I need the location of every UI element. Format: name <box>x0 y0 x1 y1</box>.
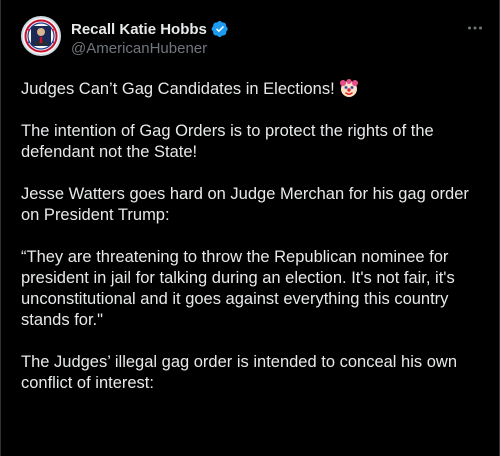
tweet-paragraph: The Judges’ illegal gag order is intende… <box>21 353 457 392</box>
tweet-card: Recall Katie Hobbs @AmericanHubener Judg… <box>0 0 500 456</box>
author-name-row: Recall Katie Hobbs <box>71 19 229 39</box>
clown-face-icon <box>339 78 359 98</box>
tweet-paragraph: The intention of Gag Orders is to protec… <box>21 122 434 161</box>
tweet-paragraph: “They are threatening to throw the Repub… <box>21 248 455 329</box>
tweet-paragraph-text: Judges Can’t Gag Candidates in Elections… <box>21 80 335 98</box>
tweet-text: Judges Can’t Gag Candidates in Elections… <box>21 78 486 415</box>
tweet-paragraph: Jesse Watters goes hard on Judge Merchan… <box>21 185 469 224</box>
author-display-name[interactable]: Recall Katie Hobbs <box>71 21 207 38</box>
author-avatar[interactable] <box>21 16 61 56</box>
author-handle[interactable]: @AmericanHubener <box>71 40 207 57</box>
tweet-paragraph: Judges Can’t Gag Candidates in Elections… <box>21 78 486 100</box>
profile-avatar-icon <box>23 18 59 54</box>
more-options-icon[interactable] <box>465 18 485 38</box>
verified-badge-icon[interactable] <box>211 20 229 38</box>
